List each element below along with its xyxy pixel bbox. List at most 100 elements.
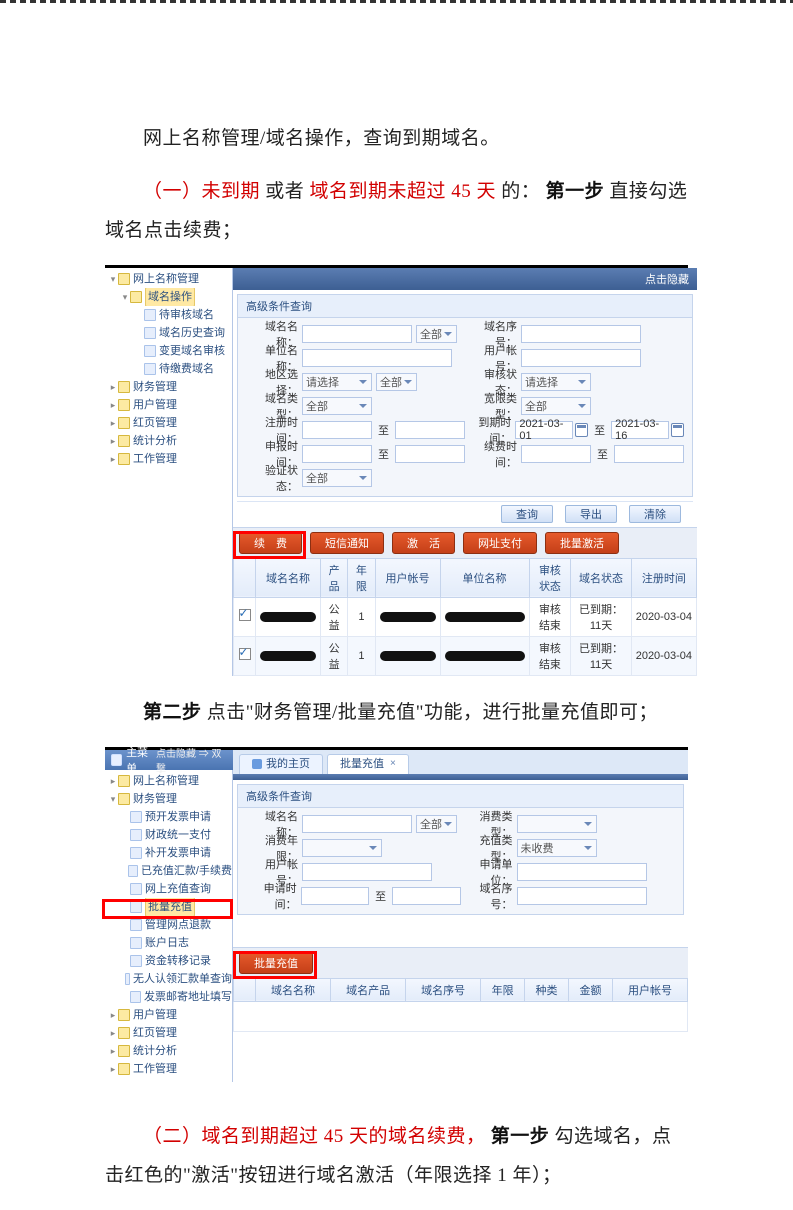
date-exp-from[interactable]: 2021-03-01 [515,421,573,439]
input-domain[interactable] [302,815,412,833]
clear-button[interactable]: 清除 [629,505,681,523]
hide-panel-link[interactable]: 点击隐藏 [645,271,689,287]
search-button[interactable]: 查询 [501,505,553,523]
cell-regdate: 2020-03-04 [631,597,696,636]
tree-node-14[interactable]: ▸红页管理 [105,1024,232,1042]
tree-label: 管理网点退款 [145,916,211,934]
col-2: 产品 [321,558,348,597]
input-org[interactable] [517,863,647,881]
row-checkbox[interactable] [234,597,256,636]
select-consume-year[interactable] [302,839,382,857]
tree-leaf-5[interactable]: 已充值汇款/手续费 [105,862,232,880]
tree-leaf-11[interactable]: 无人认领汇款单查询 [105,970,232,988]
tab-0[interactable]: 我的主页 [239,754,323,774]
toolbar-pill-row: 续 费短信通知激 活网址支付批量激活 [233,527,697,558]
tree-label: 预开发票申请 [145,808,211,826]
tree-leaf-5[interactable]: 待缴费域名 [105,360,232,378]
paragraph-2: （一）未到期 或者 域名到期未超过 45 天 的： 第一步 直接勾选域名点击续费… [105,173,688,251]
input-apptime-from[interactable] [301,887,369,905]
chevron-icon: ▸ [109,396,117,414]
select-charge-type[interactable]: 未收费 [517,839,597,857]
select-region[interactable]: 请选择 [302,373,372,391]
tree-leaf-3[interactable]: 财政统一支付 [105,826,232,844]
tree-node-13[interactable]: ▸用户管理 [105,1006,232,1024]
tree-node-6[interactable]: ▸财务管理 [105,378,232,396]
select-ltype[interactable]: 全部 [521,397,591,415]
tree-node-15[interactable]: ▸统计分析 [105,1042,232,1060]
checkbox-icon[interactable] [239,648,251,660]
tree-node-10[interactable]: ▸工作管理 [105,450,232,468]
input-seq[interactable] [517,887,647,905]
pill-button-1[interactable]: 短信通知 [310,532,384,554]
tree-node-1[interactable]: ▾财务管理 [105,790,232,808]
input-regtime-from[interactable] [302,421,372,439]
input-uacct[interactable] [521,349,641,367]
tree-leaf-8[interactable]: 管理网点退款 [105,916,232,934]
row-checkbox[interactable] [234,636,256,675]
tree-node-7[interactable]: ▸用户管理 [105,396,232,414]
redacted-text [260,651,316,661]
select-vstate[interactable]: 全部 [302,469,372,487]
tree-leaf-3[interactable]: 域名历史查询 [105,324,232,342]
tree-label: 财政统一支付 [145,826,211,844]
select-consume-type[interactable] [517,815,597,833]
tree-leaf-2[interactable]: 待审核域名 [105,306,232,324]
pill-button-0[interactable]: 批量充值 [239,952,313,974]
date-exp-to[interactable]: 2021-03-16 [611,421,669,439]
tree-label: 资金转移记录 [145,952,211,970]
chevron-icon: ▾ [121,288,129,306]
pill-button-2[interactable]: 激 活 [392,532,455,554]
chevron-icon: ▸ [109,378,117,396]
tree-node-8[interactable]: ▸红页管理 [105,414,232,432]
tree-leaf-12[interactable]: 发票邮寄地址填写 [105,988,232,1006]
select-domain-scope[interactable]: 全部 [416,815,457,833]
input-apptime-to[interactable] [395,445,465,463]
pill-button-0[interactable]: 续 费 [239,532,302,554]
tree-node-16[interactable]: ▸工作管理 [105,1060,232,1078]
pill-button-4[interactable]: 批量激活 [545,532,619,554]
tree-node-0[interactable]: ▾网上名称管理 [105,270,232,288]
table-head-row: 域名名称域名产品域名序号年限种类金额用户帐号 [234,978,688,1001]
close-icon[interactable]: × [390,754,396,774]
tree-node-9[interactable]: ▸统计分析 [105,432,232,450]
input-regtime-to[interactable] [395,421,465,439]
tree-label: 待缴费域名 [159,360,214,378]
export-button[interactable]: 导出 [565,505,617,523]
select-region-scope[interactable]: 全部 [376,373,417,391]
file-icon [130,955,142,967]
tree-leaf-10[interactable]: 资金转移记录 [105,952,232,970]
input-seq[interactable] [521,325,641,343]
tree-leaf-6[interactable]: 网上充值查询 [105,880,232,898]
input-uacct[interactable] [302,863,432,881]
calendar-icon[interactable] [575,423,588,437]
tab-1[interactable]: 批量充值× [327,754,409,774]
tree-leaf-4[interactable]: 变更域名审核 [105,342,232,360]
input-domain[interactable] [302,325,412,343]
to-4: 至 [591,446,614,462]
input-renew-to[interactable] [614,445,684,463]
tree-leaf-2[interactable]: 预开发票申请 [105,808,232,826]
input-apptime-from[interactable] [302,445,372,463]
tree-leaf-7[interactable]: 批量充值 [105,898,232,916]
tree-leaf-4[interactable]: 补开发票申请 [105,844,232,862]
pill-button-3[interactable]: 网址支付 [463,532,537,554]
tree-node-1[interactable]: ▾域名操作 [105,288,232,306]
input-renew-from[interactable] [521,445,591,463]
nav-tree: ▸网上名称管理▾财务管理预开发票申请财政统一支付补开发票申请已充值汇款/手续费网… [105,770,233,1082]
select-dtype[interactable]: 全部 [302,397,372,415]
hide-sidebar-link[interactable]: 点击隐藏 ⇒ 双 撃 [156,745,227,775]
checkbox-icon[interactable] [239,609,251,621]
input-unit[interactable] [302,349,452,367]
tree-leaf-9[interactable]: 账户日志 [105,934,232,952]
chevron-icon: ▸ [109,450,117,468]
input-apptime-to[interactable] [392,887,460,905]
tree-label: 工作管理 [133,1060,177,1078]
tree-label: 网上名称管理 [133,772,199,790]
tree-label: 红页管理 [133,414,177,432]
select-domain-scope[interactable]: 全部 [416,325,457,343]
file-icon [130,847,142,859]
chevron-icon: ▸ [109,432,117,450]
calendar-icon[interactable] [671,423,684,437]
select-astate[interactable]: 请选择 [521,373,591,391]
result-table: 域名名称域名产品域名序号年限种类金额用户帐号 [233,978,688,1002]
